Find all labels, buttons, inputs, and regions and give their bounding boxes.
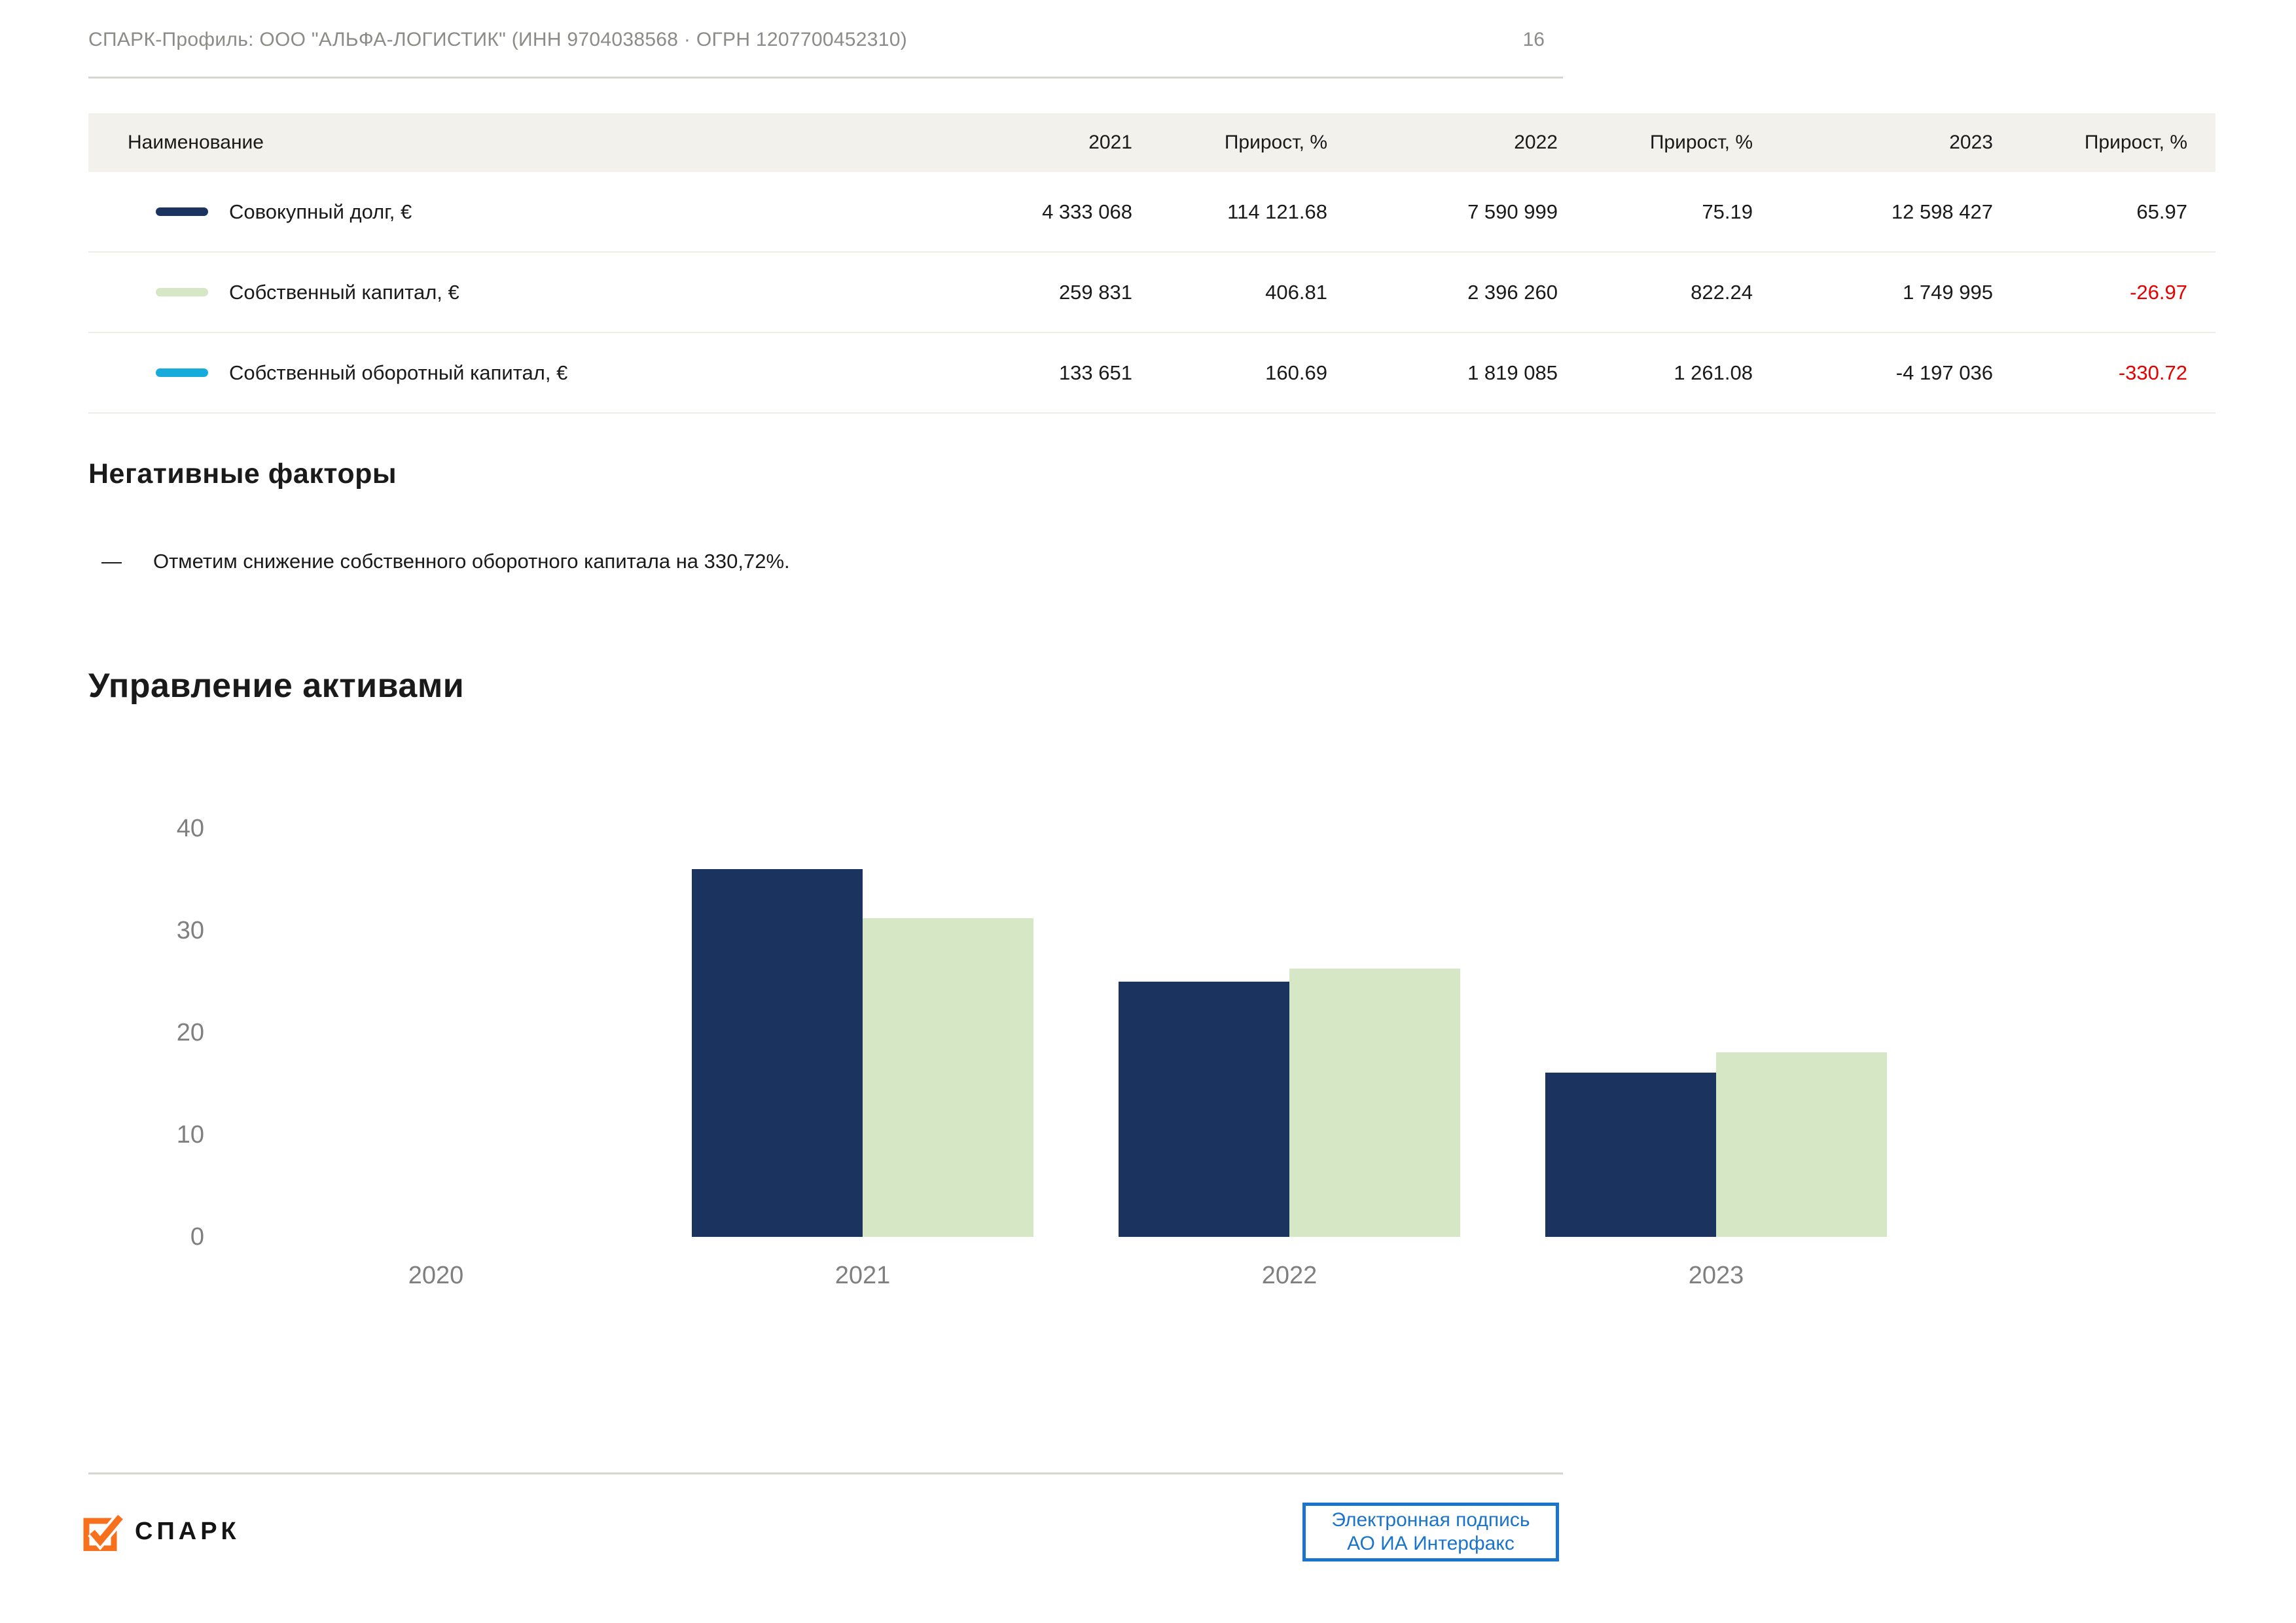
series-color-swatch [156,207,208,216]
value-cell: 75.19 [1558,200,1753,224]
column-header-2023: 2023 [1753,132,1993,154]
value-cell: 7 590 999 [1327,200,1558,224]
negative-factor-item: — Отметим снижение собственного оборотно… [101,550,790,573]
chart-bar [1545,1073,1716,1237]
value-cell: 1 819 085 [1327,361,1558,385]
y-axis-label: 40 [0,814,204,843]
page-number: 16 [1479,29,1545,51]
column-header-2022: 2022 [1327,132,1558,154]
value-cell: 114 121.68 [1132,200,1327,224]
value-cell: -4 197 036 [1753,361,1993,385]
column-header-growth-1: Прирост, % [1132,132,1327,154]
footer-divider [88,1472,1563,1474]
value-cell: 406.81 [1132,281,1327,304]
x-axis-label: 2023 [1618,1260,1814,1291]
chart-bar [1289,969,1460,1237]
chart-bar [1716,1052,1887,1237]
value-cell: 2 396 260 [1327,281,1558,304]
value-cell: 133 651 [936,361,1132,385]
value-cell: 4 333 068 [936,200,1132,224]
value-cell: 822.24 [1558,281,1753,304]
y-axis-label: 0 [0,1222,204,1251]
x-axis-label: 2020 [338,1260,534,1291]
column-header-2021: 2021 [936,132,1132,154]
electronic-signature-badge: Электронная подпись АО ИА Интерфакс [1302,1503,1559,1561]
row-label: Совокупный долг, € [229,200,412,224]
chart-bar [692,869,863,1237]
spark-logo-text: СПАРК [135,1518,240,1546]
y-axis-label: 20 [0,1018,204,1047]
table-header-row: Наименование 2021 Прирост, % 2022 Прирос… [88,113,2215,172]
x-axis-label: 2021 [764,1260,961,1291]
row-label-cell: Совокупный долг, € [88,200,936,224]
row-label-cell: Собственный капитал, € [88,281,936,304]
value-cell: 160.69 [1132,361,1327,385]
x-axis-label: 2022 [1191,1260,1388,1291]
signature-line-1: Электронная подпись [1331,1508,1530,1532]
bullet-dash: — [101,550,122,573]
table-row: Собственный оборотный капитал, €133 6511… [88,333,2215,414]
spark-logo: СПАРК [82,1512,240,1551]
spark-report-page: { "page": { "header_title": "СПАРК-Профи… [0,0,2296,1623]
value-cell: 65.97 [1993,200,2215,224]
series-color-swatch [156,368,208,377]
value-cell: -330.72 [1993,361,2215,385]
value-cell: 1 261.08 [1558,361,1753,385]
row-label: Собственный оборотный капитал, € [229,361,567,385]
table-body: Совокупный долг, € 4 333 068114 121.687 5… [88,172,2215,414]
column-header-growth-2: Прирост, % [1558,132,1753,154]
value-cell: -26.97 [1993,281,2215,304]
table-row: Собственный капитал, € 259 831406.812 396… [88,253,2215,333]
spark-checkbox-icon [82,1512,124,1551]
y-axis-label: 10 [0,1120,204,1149]
row-label-cell: Собственный оборотный капитал, € [88,361,936,385]
row-label: Собственный капитал, € [229,281,459,304]
asset-management-heading: Управление активами [88,666,464,705]
document-header-title: СПАРК-Профиль: ООО "АЛЬФА-ЛОГИСТИК" (ИНН… [88,29,907,51]
signature-line-2: АО ИА Интерфакс [1347,1532,1515,1556]
y-axis-label: 30 [0,916,204,945]
column-header-name: Наименование [88,132,936,154]
value-cell: 1 749 995 [1753,281,1993,304]
table-row: Совокупный долг, € 4 333 068114 121.687 5… [88,172,2215,253]
bullet-text: Отметим снижение собственного оборотного… [153,550,790,573]
header-divider [88,77,1563,79]
series-color-swatch [156,288,208,296]
negative-factors-heading: Негативные факторы [88,458,397,490]
value-cell: 259 831 [936,281,1132,304]
chart-bar [863,918,1033,1237]
chart-bar [1119,982,1289,1237]
value-cell: 12 598 427 [1753,200,1993,224]
financial-indicators-table: Наименование 2021 Прирост, % 2022 Прирос… [88,113,2215,414]
column-header-growth-3: Прирост, % [1993,132,2215,154]
